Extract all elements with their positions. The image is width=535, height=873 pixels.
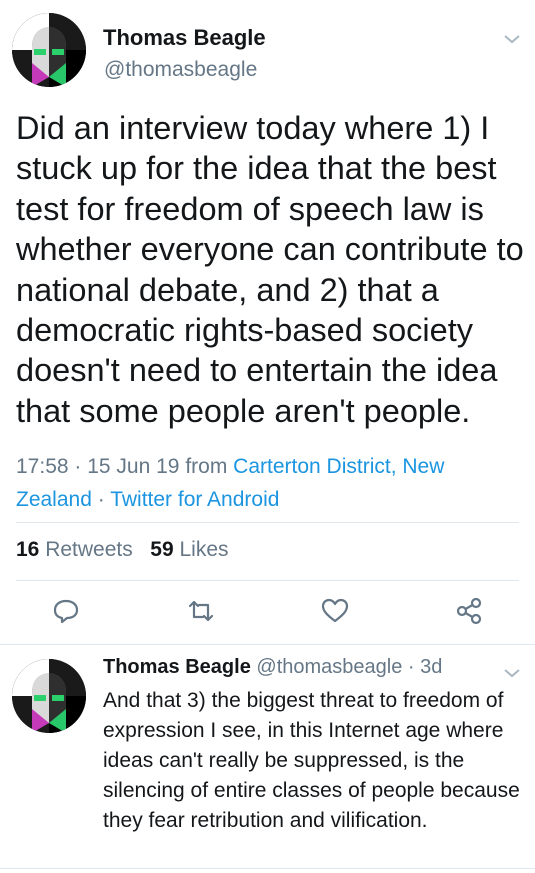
tweet-date: 15 Jun 19 [87, 455, 180, 478]
separator: · [402, 656, 421, 678]
tweet-stats: 16 Retweets 59 Likes [16, 538, 229, 562]
tweet-meta: 17:58 · 15 Jun 19 from Carterton Distric… [16, 455, 445, 511]
retweet-icon[interactable] [186, 596, 216, 626]
author-name[interactable]: Thomas Beagle [103, 25, 266, 51]
share-icon[interactable] [454, 596, 484, 626]
reply-text: And that 3) the biggest threat to freedo… [103, 689, 520, 832]
tweet-text: Did an interview today where 1) I stuck … [16, 110, 524, 429]
heart-icon[interactable] [320, 596, 350, 626]
likes-count: 59 [150, 538, 174, 561]
reply-author-name[interactable]: Thomas Beagle [103, 656, 251, 678]
divider [16, 580, 519, 581]
avatar[interactable] [12, 659, 86, 733]
likes-label: Likes [179, 538, 229, 561]
retweets-stat[interactable]: 16 Retweets [16, 538, 133, 561]
chevron-down-icon[interactable] [502, 666, 522, 680]
avatar[interactable] [12, 13, 86, 87]
divider [0, 644, 535, 645]
divider [16, 522, 519, 523]
author-handle[interactable]: @thomasbeagle [104, 58, 257, 82]
likes-stat[interactable]: 59 Likes [150, 538, 228, 561]
tweet-time: 17:58 [16, 455, 69, 478]
avatar-image [12, 13, 86, 87]
client-link[interactable]: Twitter for Android [110, 488, 279, 511]
avatar-image [12, 659, 86, 733]
reply-age: 3d [420, 656, 443, 678]
divider [0, 868, 535, 869]
reply-author-handle[interactable]: @thomasbeagle [256, 656, 402, 678]
chevron-down-icon[interactable] [502, 32, 522, 46]
reply-icon[interactable] [51, 596, 81, 626]
from-label: from [185, 455, 228, 478]
reply-header: Thomas Beagle @thomasbeagle · 3d [103, 656, 442, 679]
retweets-label: Retweets [45, 538, 133, 561]
retweets-count: 16 [16, 538, 40, 561]
